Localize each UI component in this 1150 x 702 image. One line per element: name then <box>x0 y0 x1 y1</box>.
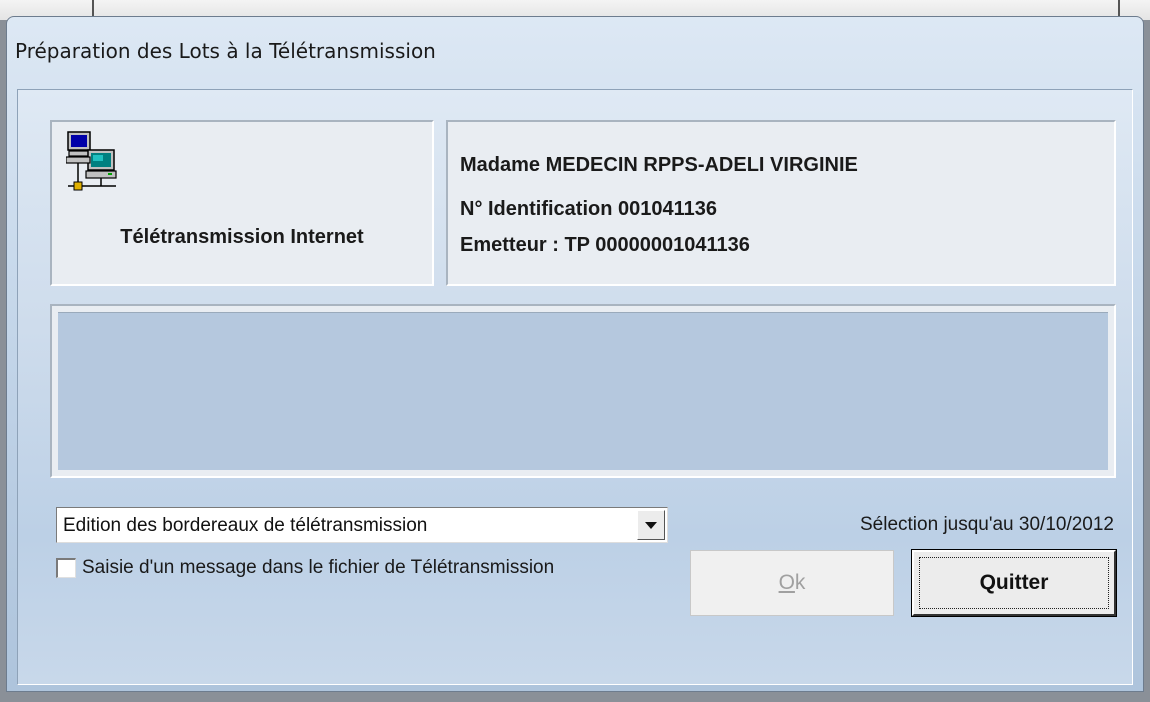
edition-dropdown-value: Edition des bordereaux de télétransmissi… <box>63 515 428 536</box>
ok-button-mnemonic: O <box>778 571 795 594</box>
message-checkbox[interactable] <box>56 558 76 578</box>
window-title: Préparation des Lots à la Télétransmissi… <box>15 39 436 63</box>
connection-type-label: Télétransmission Internet <box>120 226 364 248</box>
focus-rectangle <box>919 557 1109 609</box>
edition-dropdown[interactable]: Edition des bordereaux de télétransmissi… <box>56 507 668 543</box>
ok-button-label: k <box>794 571 806 594</box>
message-panel <box>50 304 1116 478</box>
ok-button[interactable]: Ok <box>690 550 894 616</box>
practitioner-emitter: Emetteur : TP 00000001041136 <box>460 234 750 256</box>
message-checkbox-label[interactable]: Saisie d'un message dans le fichier de T… <box>82 557 554 579</box>
dropdown-arrow-button[interactable] <box>637 510 665 540</box>
chevron-down-icon <box>645 521 657 529</box>
practitioner-name: Madame MEDECIN RPPS-ADELI VIRGINIE <box>460 154 858 176</box>
title-bar[interactable]: Préparation des Lots à la Télétransmissi… <box>7 17 1143 89</box>
quit-button[interactable]: Quitter <box>911 549 1117 617</box>
practitioner-identification: N° Identification 001041136 <box>460 198 718 220</box>
message-area <box>58 312 1108 470</box>
practitioner-info-panel: Madame MEDECIN RPPS-ADELI VIRGINIE N° Id… <box>446 120 1116 286</box>
dialog-client-area: Télétransmission Internet Madame MEDECIN… <box>17 89 1133 685</box>
selection-date-label: Sélection jusqu'au 30/10/2012 <box>860 514 1114 535</box>
dialog-window: Préparation des Lots à la Télétransmissi… <box>6 16 1144 692</box>
connection-panel: Télétransmission Internet <box>50 120 434 286</box>
network-computers-icon <box>65 130 122 194</box>
